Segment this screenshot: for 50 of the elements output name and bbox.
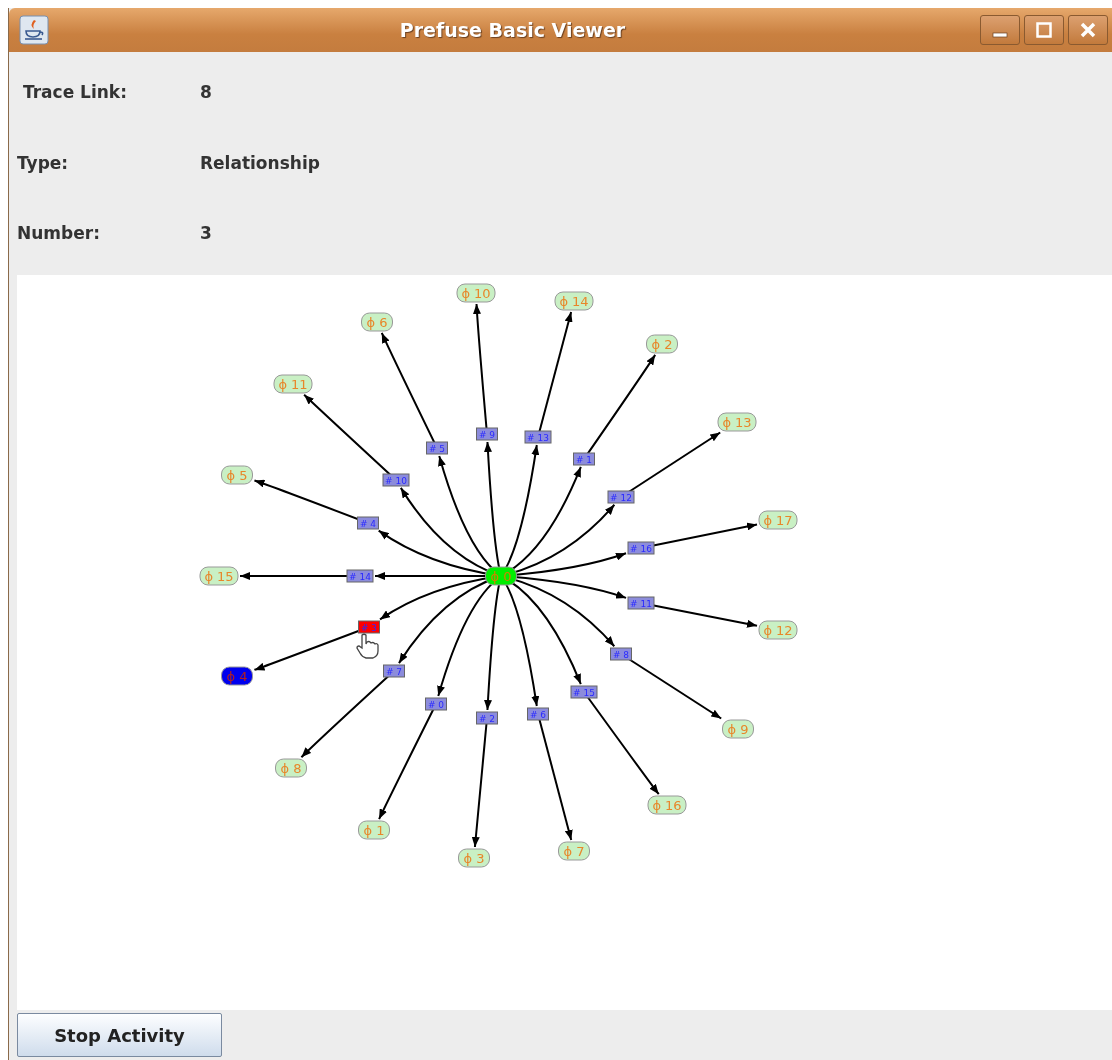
edge-label[interactable]: # 10 bbox=[382, 473, 410, 487]
field-value: 3 bbox=[200, 222, 212, 246]
edge-label[interactable]: # 15 bbox=[570, 685, 598, 699]
graph-node[interactable]: ϕ 8 bbox=[275, 758, 307, 778]
minimize-icon bbox=[992, 32, 1008, 38]
graph-node[interactable]: ϕ 6 bbox=[361, 312, 393, 332]
field-value: Relationship bbox=[200, 151, 320, 175]
edge-label[interactable]: # 1 bbox=[573, 452, 595, 466]
edge-label[interactable]: # 4 bbox=[357, 516, 379, 530]
edge-label[interactable]: # 11 bbox=[627, 596, 655, 610]
maximize-icon bbox=[1035, 22, 1053, 38]
window-title: Prefuse Basic Viewer bbox=[398, 17, 627, 43]
graph-node[interactable]: ϕ 13 bbox=[717, 412, 757, 432]
edge-label[interactable]: # 12 bbox=[607, 490, 635, 504]
graph-node[interactable]: ϕ 7 bbox=[558, 841, 590, 861]
minimize-button[interactable] bbox=[980, 15, 1020, 45]
field-value: 8 bbox=[200, 81, 212, 105]
edge-label[interactable]: # 14 bbox=[346, 569, 374, 583]
edge-label[interactable]: # 3 bbox=[358, 620, 380, 634]
graph-node[interactable]: ϕ 12 bbox=[758, 620, 798, 640]
maximize-button[interactable] bbox=[1024, 15, 1064, 45]
stop-activity-button[interactable]: Stop Activity bbox=[17, 1013, 222, 1057]
close-icon bbox=[1079, 22, 1097, 38]
edge-label[interactable]: # 7 bbox=[383, 664, 405, 678]
edge-label[interactable]: # 9 bbox=[476, 427, 498, 441]
graph-node[interactable]: ϕ 15 bbox=[199, 566, 239, 586]
graph-node[interactable]: ϕ 10 bbox=[456, 283, 496, 303]
graph-node[interactable]: ϕ 16 bbox=[647, 795, 687, 815]
edge-label[interactable]: # 13 bbox=[524, 430, 552, 444]
edge-label[interactable]: # 5 bbox=[426, 441, 448, 455]
edge-label[interactable]: # 0 bbox=[425, 697, 447, 711]
graph-node[interactable]: ϕ 0 bbox=[485, 566, 517, 586]
edge-label[interactable]: # 16 bbox=[627, 541, 655, 555]
field-label: Number: bbox=[17, 222, 101, 246]
graph-node[interactable]: ϕ 5 bbox=[221, 465, 253, 485]
graph-node[interactable]: ϕ 2 bbox=[646, 334, 678, 354]
graph-node[interactable]: ϕ 4 bbox=[221, 666, 253, 686]
edge-label[interactable]: # 2 bbox=[476, 711, 498, 725]
edge-label[interactable]: # 8 bbox=[610, 647, 632, 661]
close-button[interactable] bbox=[1068, 15, 1108, 45]
graph-node[interactable]: ϕ 9 bbox=[722, 719, 754, 739]
graph-node[interactable]: ϕ 11 bbox=[273, 374, 313, 394]
graph-node[interactable]: ϕ 1 bbox=[358, 820, 390, 840]
graph-node[interactable]: ϕ 14 bbox=[554, 291, 594, 311]
graph-node[interactable]: ϕ 17 bbox=[758, 510, 798, 530]
coffee-cup-icon bbox=[19, 15, 49, 45]
hand-cursor-icon bbox=[356, 633, 379, 659]
graph-node[interactable]: ϕ 3 bbox=[458, 848, 490, 868]
edge-label[interactable]: # 6 bbox=[527, 707, 549, 721]
field-label: Type: bbox=[17, 151, 70, 175]
